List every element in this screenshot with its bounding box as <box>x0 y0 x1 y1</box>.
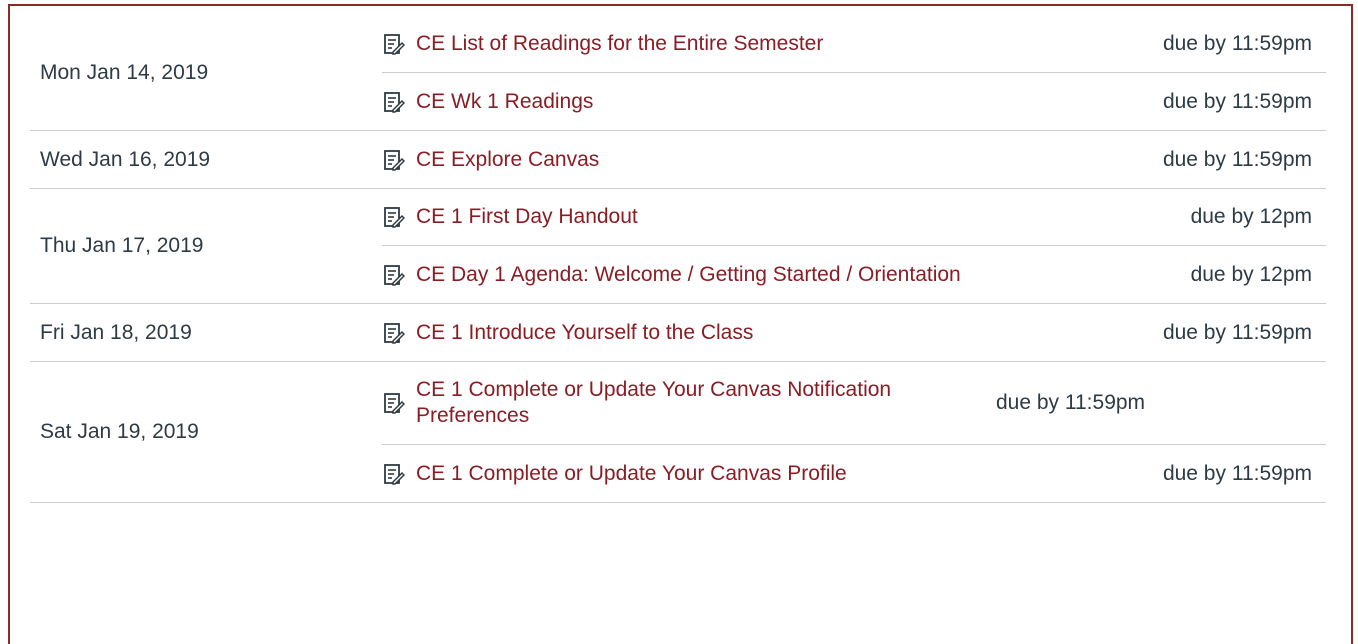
assignment-icon <box>382 462 406 486</box>
date-label: Sat Jan 19, 2019 <box>40 420 199 443</box>
due-text: due by 11:59pm <box>1162 32 1312 55</box>
syllabus-item: CE 1 Complete or Update Your Canvas Prof… <box>382 445 1326 502</box>
item-list: CE List of Readings for the Entire Semes… <box>382 16 1326 130</box>
item-list: CE 1 Complete or Update Your Canvas Noti… <box>382 362 1326 502</box>
syllabus-item: CE 1 Complete or Update Your Canvas Noti… <box>382 362 1326 445</box>
syllabus-item: CE 1 Introduce Yourself to the Class due… <box>382 304 1326 361</box>
assignment-icon <box>382 205 406 229</box>
due-text: due by 11:59pm <box>1162 147 1312 171</box>
syllabus-item: CE Wk 1 Readings due by 11:59pm <box>382 73 1326 130</box>
assignment-link[interactable]: CE Explore Canvas <box>416 147 1163 173</box>
date-row: Wed Jan 16, 2019 CE Explore Canvas due b… <box>30 131 1326 189</box>
date-row: Mon Jan 14, 2019 CE List of Readings for… <box>30 16 1326 131</box>
date-label: Thu Jan 17, 2019 <box>40 234 204 257</box>
syllabus-item: CE List of Readings for the Entire Semes… <box>382 16 1326 73</box>
assignment-icon <box>382 263 406 287</box>
syllabus-item: CE Explore Canvas due by 11:59pm <box>382 131 1326 188</box>
syllabus-table: Mon Jan 14, 2019 CE List of Readings for… <box>30 16 1326 503</box>
assignment-link[interactable]: CE Wk 1 Readings <box>416 89 1163 115</box>
assignment-link[interactable]: CE List of Readings for the Entire Semes… <box>416 31 1163 57</box>
item-list: CE 1 Introduce Yourself to the Class due… <box>382 304 1326 361</box>
date-row: Thu Jan 17, 2019 CE 1 First Day Handout … <box>30 189 1326 304</box>
assignment-link[interactable]: CE 1 First Day Handout <box>416 204 1191 230</box>
assignment-link[interactable]: CE 1 Introduce Yourself to the Class <box>416 320 1163 346</box>
due-text: due by 11:59pm <box>1162 89 1312 113</box>
due-text: due by 11:59pm <box>996 391 1146 414</box>
assignment-link[interactable]: CE 1 Complete or Update Your Canvas Prof… <box>416 461 1163 487</box>
item-list: CE Explore Canvas due by 11:59pm <box>382 131 1326 188</box>
assignment-icon <box>382 321 406 345</box>
date-row: Sat Jan 19, 2019 CE 1 Complete or Update… <box>30 362 1326 503</box>
due-text: due by 12pm <box>1190 262 1312 286</box>
assignment-link[interactable]: CE 1 Complete or Update Your Canvas Noti… <box>416 377 996 429</box>
assignment-icon <box>382 391 406 415</box>
syllabus-item: CE 1 First Day Handout due by 12pm <box>382 189 1326 246</box>
item-list: CE 1 First Day Handout due by 12pm CE Da… <box>382 189 1326 303</box>
due-text: due by 11:59pm <box>1162 461 1312 485</box>
assignment-icon <box>382 148 406 172</box>
date-label: Fri Jan 18, 2019 <box>40 320 192 344</box>
date-label: Mon Jan 14, 2019 <box>40 61 209 84</box>
assignment-link[interactable]: CE Day 1 Agenda: Welcome / Getting Start… <box>416 262 1191 288</box>
syllabus-item: CE Day 1 Agenda: Welcome / Getting Start… <box>382 246 1326 303</box>
assignment-icon <box>382 90 406 114</box>
date-label: Wed Jan 16, 2019 <box>40 147 211 171</box>
due-text: due by 12pm <box>1190 205 1312 228</box>
date-row: Fri Jan 18, 2019 CE 1 Introduce Yourself… <box>30 304 1326 362</box>
assignment-icon <box>382 32 406 56</box>
due-text: due by 11:59pm <box>1162 320 1312 344</box>
